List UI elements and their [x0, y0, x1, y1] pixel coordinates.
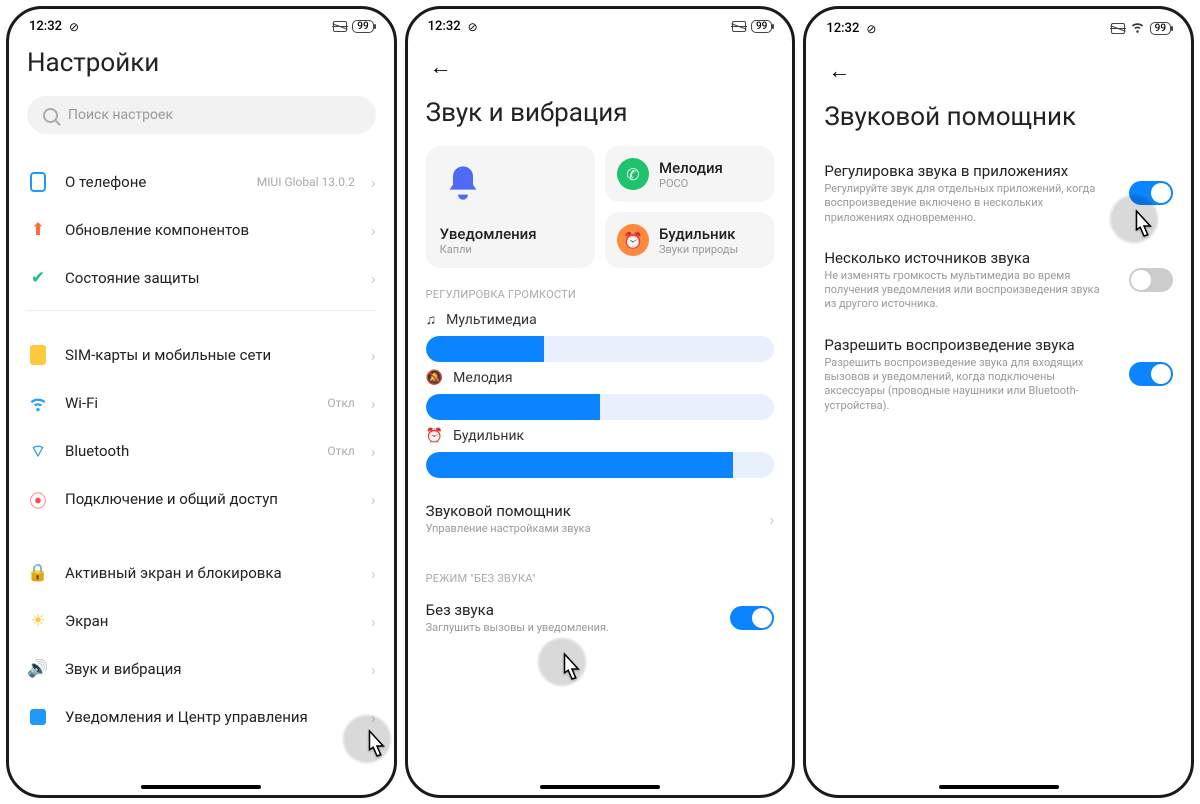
- chevron-right-icon: ›: [371, 173, 376, 192]
- slider-ringtone[interactable]: 🔕Мелодия: [426, 364, 775, 422]
- cursor-pointer-icon: [552, 649, 592, 689]
- chevron-right-icon: ›: [371, 490, 376, 509]
- bell-slash-icon: 🔕: [426, 370, 443, 386]
- speaker-icon: 🔊: [27, 658, 49, 680]
- battery-icon: 99: [1150, 22, 1171, 35]
- status-bar: 12:32 ⊘ 99: [806, 9, 1191, 42]
- home-indicator[interactable]: [939, 785, 1059, 789]
- bell-icon: [440, 160, 486, 206]
- alarm-icon: ⏰: [617, 224, 649, 256]
- lock-icon: 🔒: [27, 562, 49, 584]
- page-title: Настройки: [27, 38, 376, 96]
- status-clock: 12:32: [428, 19, 461, 34]
- toggle-allow[interactable]: [1129, 362, 1173, 386]
- phone-icon: [30, 172, 46, 192]
- toggle-adjust[interactable]: [1129, 181, 1173, 205]
- back-button[interactable]: ←: [426, 38, 775, 88]
- phone-sound-assistant: 12:32 ⊘ 99 ← Звуковой помощник Регулиров…: [803, 6, 1194, 798]
- toggle-silent[interactable]: [730, 606, 774, 630]
- search-icon: [43, 108, 58, 123]
- row-multiple-sources[interactable]: Несколько источников звука Не изменять г…: [824, 237, 1173, 324]
- dnd-icon: ⊘: [866, 22, 876, 36]
- chevron-right-icon: ›: [371, 564, 376, 583]
- row-silent-mode[interactable]: Без звука Заглушить вызовы и уведомления…: [426, 589, 775, 647]
- chevron-right-icon: ›: [371, 394, 376, 413]
- card-alarm[interactable]: ⏰ Будильник Звуки природы: [605, 212, 774, 268]
- bluetooth-icon: ⌔: [27, 440, 49, 462]
- chevron-right-icon: ›: [371, 346, 376, 365]
- notification-icon: [30, 709, 46, 725]
- chevron-right-icon: ›: [371, 269, 376, 288]
- phone-call-icon: ✆: [617, 158, 649, 190]
- dnd-icon: ⊘: [69, 20, 79, 34]
- chevron-right-icon: ›: [770, 510, 775, 529]
- wifi-icon: [27, 392, 49, 414]
- phone-sound: 12:32 ⊘ 99 ← Звук и вибрация Уведомления…: [405, 6, 796, 798]
- row-allow-playback[interactable]: Разрешить воспроизведение звука Разрешит…: [824, 324, 1173, 425]
- dnd-icon: ⊘: [468, 20, 478, 34]
- section-silent: РЕЖИМ "БЕЗ ЗВУКА": [426, 566, 775, 589]
- battery-icon: 99: [352, 20, 373, 33]
- row-lockscreen[interactable]: 🔒 Активный экран и блокировка ›: [27, 549, 376, 597]
- phone-settings: 12:32 ⊘ 99 Настройки Поиск настроек О те…: [6, 6, 397, 798]
- row-wifi[interactable]: Wi-Fi Откл ›: [27, 379, 376, 427]
- no-sim-icon: [1111, 23, 1125, 34]
- status-clock: 12:32: [826, 21, 859, 36]
- chevron-right-icon: ›: [371, 442, 376, 461]
- home-indicator[interactable]: [540, 785, 660, 789]
- status-bar: 12:32 ⊘ 99: [408, 9, 793, 38]
- card-notifications[interactable]: Уведомления Капли: [426, 146, 595, 268]
- search-input[interactable]: Поиск настроек: [27, 96, 376, 134]
- row-notifications[interactable]: Уведомления и Центр управления ›: [27, 693, 376, 741]
- section-volume: РЕГУЛИРОВКА ГРОМКОСТИ: [426, 282, 775, 305]
- chevron-right-icon: ›: [371, 612, 376, 631]
- no-sim-icon: [333, 21, 347, 32]
- row-adjust-per-app[interactable]: Регулировка звука в приложениях Регулиру…: [824, 150, 1173, 237]
- row-sound-assistant[interactable]: Звуковой помощник Управление настройками…: [426, 490, 775, 548]
- row-sim[interactable]: SIM-карты и мобильные сети ›: [27, 331, 376, 379]
- row-tether[interactable]: ⦿ Подключение и общий доступ ›: [27, 475, 376, 523]
- row-bluetooth[interactable]: ⌔ Bluetooth Откл ›: [27, 427, 376, 475]
- chevron-right-icon: ›: [371, 708, 376, 727]
- shield-icon: ✔: [27, 267, 49, 289]
- home-indicator[interactable]: [141, 785, 261, 789]
- slider-media[interactable]: ♫Мультимедиа: [426, 305, 775, 364]
- page-title: Звук и вибрация: [426, 88, 775, 146]
- slider-alarm[interactable]: ⏰Будильник: [426, 422, 775, 480]
- page-title: Звуковой помощник: [824, 92, 1173, 150]
- row-display[interactable]: ☀ Экран ›: [27, 597, 376, 645]
- row-security[interactable]: ✔ Состояние защиты ›: [27, 254, 376, 302]
- sun-icon: ☀: [27, 610, 49, 632]
- row-sound[interactable]: 🔊 Звук и вибрация ›: [27, 645, 376, 693]
- toggle-multi[interactable]: [1129, 268, 1173, 292]
- chevron-right-icon: ›: [371, 221, 376, 240]
- music-note-icon: ♫: [426, 311, 437, 328]
- wifi-icon: [1130, 19, 1145, 38]
- no-sim-icon: [732, 21, 746, 32]
- row-about-phone[interactable]: О телефоне MIUI Global 13.0.2 ›: [27, 158, 376, 206]
- sim-icon: [30, 345, 46, 365]
- row-updates[interactable]: ⬆ Обновление компонентов ›: [27, 206, 376, 254]
- battery-icon: 99: [751, 20, 772, 33]
- hotspot-icon: ⦿: [27, 488, 49, 510]
- back-button[interactable]: ←: [824, 42, 1173, 92]
- update-icon: ⬆: [27, 219, 49, 241]
- status-bar: 12:32 ⊘ 99: [9, 9, 394, 38]
- alarm-clock-icon: ⏰: [426, 428, 443, 444]
- card-ringtone[interactable]: ✆ Мелодия POCO: [605, 146, 774, 202]
- chevron-right-icon: ›: [371, 660, 376, 679]
- status-clock: 12:32: [29, 19, 62, 34]
